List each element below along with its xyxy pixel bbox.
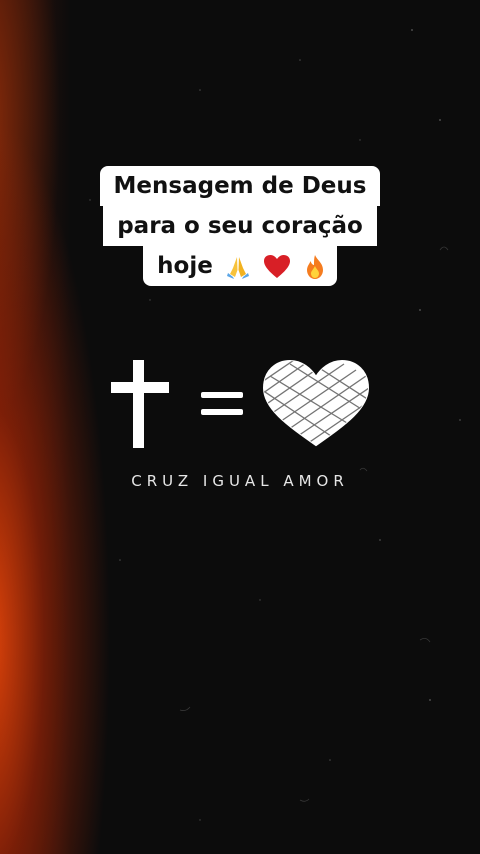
caption-line-3-text: hoje xyxy=(157,253,213,279)
scribbled-heart-icon xyxy=(262,359,370,447)
video-frame: Mensagem de Deus para o seu coração hoje xyxy=(0,0,480,854)
caption-line-1: Mensagem de Deus xyxy=(99,166,381,206)
caption-overlay: Mensagem de Deus para o seu coração hoje xyxy=(0,166,480,286)
cross-icon xyxy=(111,360,169,448)
caption-line-3: hoje xyxy=(143,246,337,286)
caption-line-2: para o seu coração xyxy=(103,206,377,246)
fire-icon xyxy=(306,254,323,279)
praying-hands-icon xyxy=(226,256,249,279)
red-heart-icon xyxy=(263,254,290,278)
equation-graphic xyxy=(111,359,370,448)
equals-sign xyxy=(201,392,243,415)
motto-text: CRUZ IGUAL AMOR xyxy=(131,472,349,490)
